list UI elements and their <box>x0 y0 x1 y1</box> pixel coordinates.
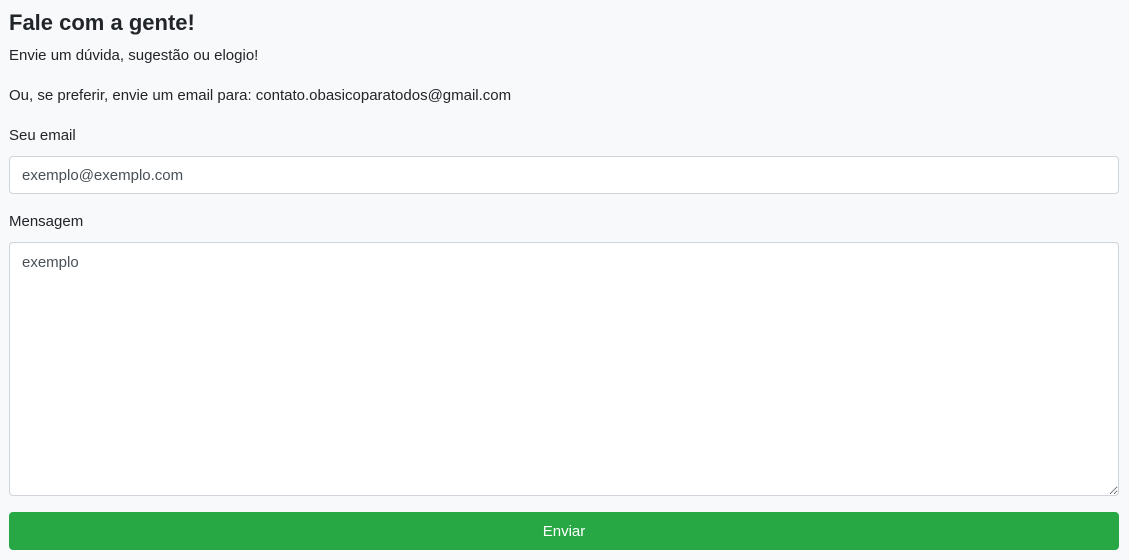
message-textarea[interactable] <box>9 242 1119 496</box>
send-button[interactable]: Enviar <box>9 512 1119 550</box>
email-label: Seu email <box>9 127 76 144</box>
email-field[interactable] <box>9 156 1119 194</box>
message-label: Mensagem <box>9 213 84 230</box>
page-subtitle: Envie um dúvida, sugestão ou elogio! <box>9 47 259 64</box>
contact-email-note: Ou, se preferir, envie um email para: co… <box>9 87 512 104</box>
page-title: Fale com a gente! <box>9 10 195 35</box>
